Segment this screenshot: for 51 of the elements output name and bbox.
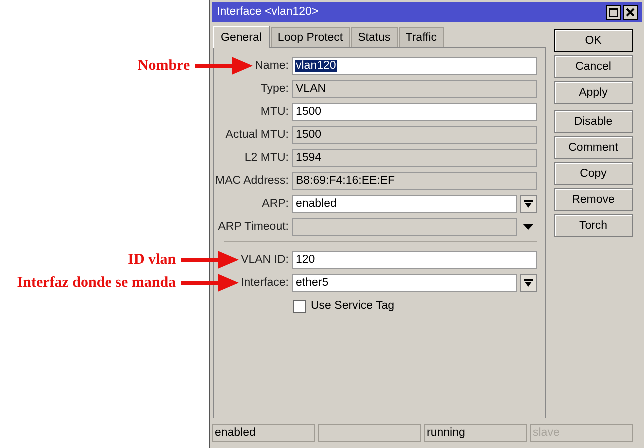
window-title: Interface <vlan120> [217,6,319,18]
field-label: ARP Timeout: [217,221,290,233]
arrow [180,249,240,271]
field-label: MTU: [260,106,290,118]
input-field[interactable]: 1500 [292,103,537,121]
field-label: Actual MTU: [224,129,290,141]
field-label: L2 MTU: [244,152,290,164]
caret-icon [523,224,534,230]
close-button[interactable] [623,4,638,20]
arrow [194,55,254,77]
dropdown-button[interactable] [520,195,537,213]
input-field[interactable]: 120 [292,251,537,269]
field-label: VLAN ID: [240,254,290,266]
readonly-field: 1500 [292,126,537,144]
close-icon [626,8,635,16]
down-arrow-icon [524,200,533,208]
input-field[interactable]: vlan120 [292,57,537,75]
field-label: MAC Address: [214,175,290,187]
button[interactable]: Remove [554,188,633,211]
maximize-button[interactable] [606,4,621,20]
button[interactable]: Apply [554,81,633,104]
readonly-field: VLAN [292,80,537,98]
tab[interactable]: Traffic [398,27,444,47]
annotation-text: ID vlan [128,252,176,268]
tab[interactable]: Status [351,27,398,47]
checkbox[interactable] [293,300,306,312]
button[interactable]: Torch [554,214,633,237]
annotation-text: Interfaz donde se manda [17,274,176,292]
button[interactable]: Comment [554,136,633,159]
field-label: Name: [254,60,290,72]
readonly-field: B8:69:F4:16:EE:EF [292,172,537,190]
tab[interactable]: General [213,26,270,48]
tab[interactable]: Loop Protect [270,27,350,47]
field-label: ARP: [261,198,290,210]
button[interactable]: OK [554,29,633,52]
status-cell: enabled [212,424,315,442]
dropdown-field[interactable]: ether5 [292,274,517,292]
field-label: Type: [260,83,290,95]
annotation-text: Nombre [138,58,190,74]
readonly-field: 1594 [292,149,537,167]
button[interactable]: Copy [554,162,633,185]
button[interactable]: Disable [554,110,633,133]
dropdown-button[interactable] [520,274,537,292]
arrow [180,272,240,294]
dropdown-field[interactable]: enabled [292,195,517,213]
field-label: Interface: [240,277,290,289]
button[interactable]: Cancel [554,55,633,78]
checkbox-label: Use Service Tag [311,300,395,312]
maximize-icon [609,8,618,16]
down-arrow-icon [524,278,533,288]
status-cell: running [424,424,527,442]
